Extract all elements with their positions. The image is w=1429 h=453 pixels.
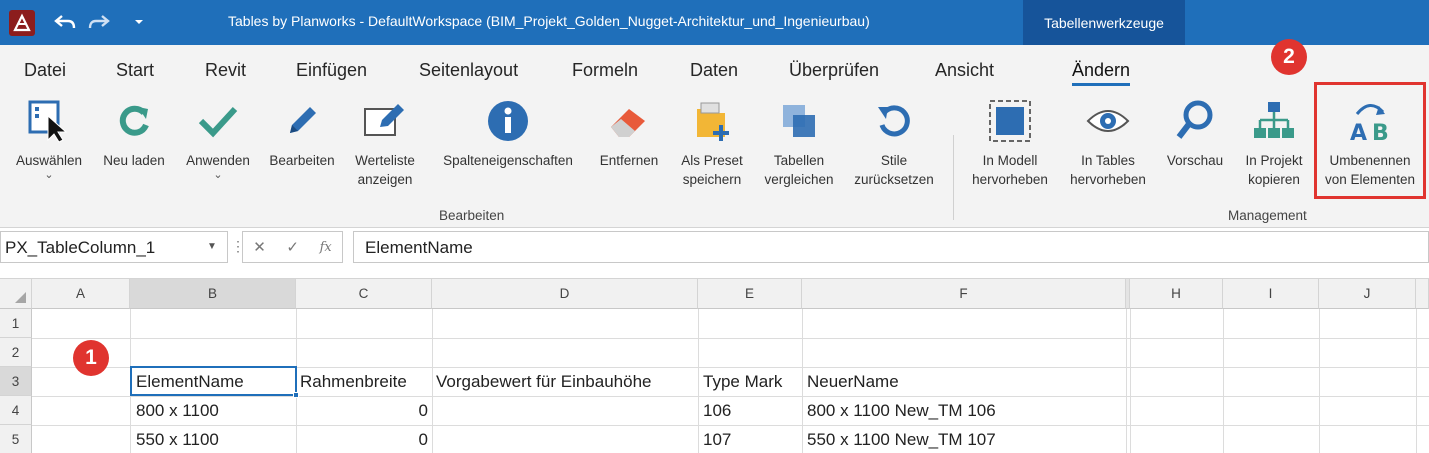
cell-d3[interactable]: Vorgabewert für Einbauhöhe [436, 367, 652, 396]
highlight-frame [1314, 82, 1426, 199]
cell-f4[interactable]: 800 x 1100 New_TM 106 [807, 396, 996, 425]
pencil-icon [277, 95, 327, 147]
vorschau-button[interactable]: Vorschau [1160, 95, 1230, 170]
cell-b4[interactable]: 800 x 1100 [136, 396, 219, 425]
tab-aendern[interactable]: Ändern [1072, 60, 1131, 86]
column-header-a[interactable]: A [32, 279, 130, 309]
annotation-badge-1: 1 [73, 340, 109, 376]
magnifier-icon [1170, 95, 1220, 147]
cell-c5[interactable]: 0 [300, 425, 428, 453]
tab-revit[interactable]: Revit [205, 60, 246, 81]
auswaehlen-button[interactable]: Auswählen ⌄ [10, 95, 88, 181]
group-label-bearbeiten: Bearbeiten [439, 208, 505, 223]
column-header-f[interactable]: F [802, 279, 1126, 309]
eye-icon [1083, 95, 1133, 147]
active-cell-selection [130, 366, 297, 396]
werteliste-anzeigen-button[interactable]: Werteliste anzeigen [348, 95, 422, 189]
select-all-corner[interactable] [0, 279, 32, 309]
tab-seitenlayout[interactable]: Seitenlayout [419, 60, 518, 81]
column-header-h[interactable]: H [1130, 279, 1223, 309]
row-header-5[interactable]: 5 [0, 425, 32, 453]
in-tables-hervorheben-button[interactable]: In Tables hervorheben [1062, 95, 1154, 189]
cell-c3[interactable]: Rahmenbreite [300, 367, 407, 396]
cancel-icon[interactable]: ✕ [253, 238, 266, 256]
annotation-badge-2: 2 [1271, 39, 1307, 75]
quick-access-dropdown-icon[interactable] [126, 10, 152, 34]
row-header-1[interactable]: 1 [0, 309, 32, 338]
tab-start[interactable]: Start [116, 60, 154, 81]
tab-einfuegen[interactable]: Einfügen [296, 60, 367, 81]
cell-e5[interactable]: 107 [703, 425, 731, 453]
tab-ueberpruefen[interactable]: Überprüfen [789, 60, 879, 81]
checkmark-icon [193, 95, 243, 147]
chevron-down-icon[interactable]: ▼ [207, 241, 217, 252]
contextual-tab-tabellenwerkzeuge[interactable]: Tabellenwerkzeuge [1023, 0, 1185, 45]
anwenden-button[interactable]: Anwenden ⌄ [180, 95, 256, 181]
name-box[interactable]: PX_TableColumn_1 [0, 231, 228, 263]
compare-tables-icon [774, 95, 824, 147]
chevron-down-icon: ⌄ [213, 169, 223, 181]
undo-icon[interactable] [52, 10, 78, 34]
reset-icon [869, 95, 919, 147]
info-icon [483, 95, 533, 147]
tab-formeln[interactable]: Formeln [572, 60, 638, 81]
formula-input[interactable]: ElementName [353, 231, 1429, 263]
tab-datei[interactable]: Datei [24, 60, 66, 81]
tab-ansicht[interactable]: Ansicht [935, 60, 994, 81]
column-header-j[interactable]: J [1319, 279, 1416, 309]
spreadsheet-grid: A B C D E F H I J 1 2 3 4 5 ElementName … [0, 278, 1429, 453]
app-logo-icon[interactable] [9, 10, 35, 36]
in-projekt-kopieren-button[interactable]: In Projekt kopieren [1236, 95, 1312, 189]
group-label-management: Management [1228, 208, 1307, 223]
row-header-3[interactable]: 3 [0, 367, 32, 396]
bearbeiten-button[interactable]: Bearbeiten [264, 95, 340, 170]
fill-handle[interactable] [293, 392, 299, 398]
column-header-b[interactable]: B [130, 279, 296, 309]
formula-bar: PX_TableColumn_1 ▼ ⋮ ✕ ✓ fx ElementName [0, 228, 1429, 270]
stile-zuruecksetzen-button[interactable]: Stile zurücksetzen [846, 95, 942, 189]
title-bar: Tables by Planworks - DefaultWorkspace (… [0, 0, 1429, 45]
column-header-c[interactable]: C [296, 279, 432, 309]
cell-f5[interactable]: 550 x 1100 New_TM 107 [807, 425, 996, 453]
formula-buttons: ✕ ✓ fx [242, 231, 343, 263]
column-header-k[interactable] [1416, 279, 1429, 309]
als-preset-speichern-button[interactable]: Als Preset speichern [672, 95, 752, 189]
group-separator [953, 135, 954, 220]
save-preset-icon [687, 95, 737, 147]
edit-list-icon [360, 95, 410, 147]
cell-e4[interactable]: 106 [703, 396, 731, 425]
cell-c4[interactable]: 0 [300, 396, 428, 425]
column-header-i[interactable]: I [1223, 279, 1319, 309]
entfernen-button[interactable]: Entfernen [592, 95, 666, 170]
column-header-d[interactable]: D [432, 279, 698, 309]
in-modell-hervorheben-button[interactable]: In Modell hervorheben [964, 95, 1056, 189]
ribbon: Datei Start Revit Einfügen Seitenlayout … [0, 39, 1429, 228]
window-title: Tables by Planworks - DefaultWorkspace (… [228, 13, 870, 29]
confirm-icon[interactable]: ✓ [286, 238, 299, 256]
function-icon[interactable]: fx [320, 240, 332, 255]
tab-daten[interactable]: Daten [690, 60, 738, 81]
neu-laden-button[interactable]: Neu laden [98, 95, 170, 170]
reload-icon [109, 95, 159, 147]
tabellen-vergleichen-button[interactable]: Tabellen vergleichen [758, 95, 840, 189]
select-cursor-icon [24, 95, 74, 147]
hierarchy-icon [1249, 95, 1299, 147]
cell-b5[interactable]: 550 x 1100 [136, 425, 219, 453]
row-header-4[interactable]: 4 [0, 396, 32, 425]
row-header-2[interactable]: 2 [0, 338, 32, 367]
column-header-e[interactable]: E [698, 279, 802, 309]
spalteneigenschaften-button[interactable]: Spalteneigenschaften [432, 95, 584, 170]
cell-e3[interactable]: Type Mark [703, 367, 782, 396]
redo-icon[interactable] [86, 10, 112, 34]
highlight-model-icon [985, 95, 1035, 147]
eraser-icon [604, 95, 654, 147]
cell-f3[interactable]: NeuerName [807, 367, 899, 396]
chevron-down-icon: ⌄ [44, 169, 54, 181]
